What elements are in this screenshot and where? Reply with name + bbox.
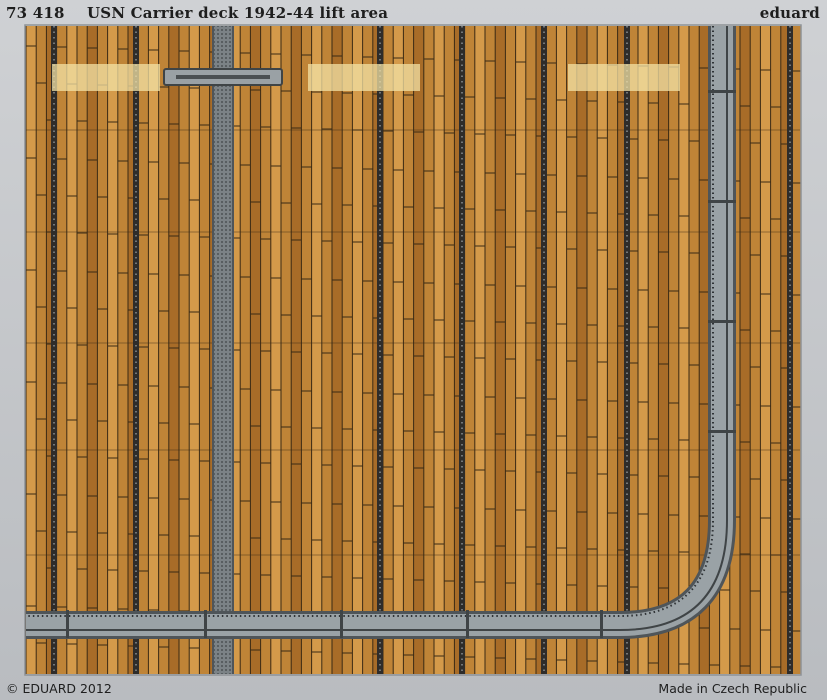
deck-plank: [77, 26, 88, 674]
deck-plank: [342, 26, 353, 674]
highlight-patch-1: [52, 64, 160, 91]
deck-plank: [311, 26, 322, 674]
rail-joint: [708, 430, 736, 433]
deck-plank: [117, 26, 128, 674]
deck-plank: [525, 26, 536, 674]
deck-plank: [270, 26, 281, 674]
deck-plank: [199, 26, 210, 674]
deck-plank: [556, 26, 567, 674]
deck-plank: [597, 26, 608, 674]
deck-plank: [423, 26, 434, 674]
deck-plank: [485, 26, 496, 674]
deck-plank: [352, 26, 363, 674]
deck-plank: [291, 26, 302, 674]
deck-plank: [638, 26, 649, 674]
deck-plank: [434, 26, 445, 674]
deck-plank: [444, 26, 455, 674]
deck-plank: [362, 26, 373, 674]
steel-walkway-edge-left: [212, 26, 214, 674]
deck-plank: [740, 26, 751, 674]
rail-joint: [708, 200, 736, 203]
rail-joint: [600, 610, 603, 638]
deck-plank: [260, 26, 271, 674]
rail-joint: [204, 610, 207, 638]
deck-plank: [36, 26, 47, 674]
deck-plank: [168, 26, 179, 674]
carrier-deck-artwork: [24, 24, 802, 676]
deck-planks: [25, 26, 802, 674]
deck-plank: [648, 26, 659, 674]
deck-plank: [301, 26, 312, 674]
deck-plank: [576, 26, 587, 674]
deck-plank: [26, 26, 37, 674]
deck-plank: [189, 26, 200, 674]
deck-plank: [158, 26, 169, 674]
deck-plank: [413, 26, 424, 674]
rail-joint: [708, 320, 736, 323]
deck-plank: [546, 26, 557, 674]
copyright-text: © EDUARD 2012: [6, 681, 112, 696]
rail-joint: [708, 90, 736, 93]
highlight-patch-3: [568, 64, 680, 91]
deck-plank: [332, 26, 343, 674]
deck-plank: [179, 26, 190, 674]
rail-joint: [66, 610, 69, 638]
deck-plank: [505, 26, 516, 674]
deck-plank: [383, 26, 394, 674]
deck-plank: [250, 26, 261, 674]
rail-joint: [466, 610, 469, 638]
deck-plank: [56, 26, 67, 674]
deck-plank: [240, 26, 251, 674]
deck-plank: [474, 26, 485, 674]
deck-plank: [464, 26, 475, 674]
deck-plank: [403, 26, 414, 674]
deck-plank: [495, 26, 506, 674]
deck-plank: [107, 26, 118, 674]
deck-plank: [393, 26, 404, 674]
deck-plank: [97, 26, 108, 674]
steel-walkway: [212, 26, 234, 674]
deck-plank: [750, 26, 761, 674]
deck-plank: [148, 26, 159, 674]
deck-plank: [515, 26, 526, 674]
deck-plank: [66, 26, 77, 674]
photo-etch-fret: 73 418 USN Carrier deck 1942-44 lift are…: [0, 0, 827, 700]
steel-bar-slot: [176, 75, 270, 79]
deck-plank: [87, 26, 98, 674]
deck-plank: [770, 26, 781, 674]
deck-plank: [678, 26, 689, 674]
steel-walkway-edge-right: [232, 26, 234, 674]
deck-plank: [760, 26, 771, 674]
deck-plank: [587, 26, 598, 674]
origin-text: Made in Czech Republic: [658, 681, 807, 696]
deck-plank: [566, 26, 577, 674]
highlight-patch-2: [308, 64, 420, 91]
deck-plank: [281, 26, 292, 674]
deck-plank: [668, 26, 679, 674]
rail-joint: [340, 610, 343, 638]
deck-plank: [607, 26, 618, 674]
deck-plank: [658, 26, 669, 674]
